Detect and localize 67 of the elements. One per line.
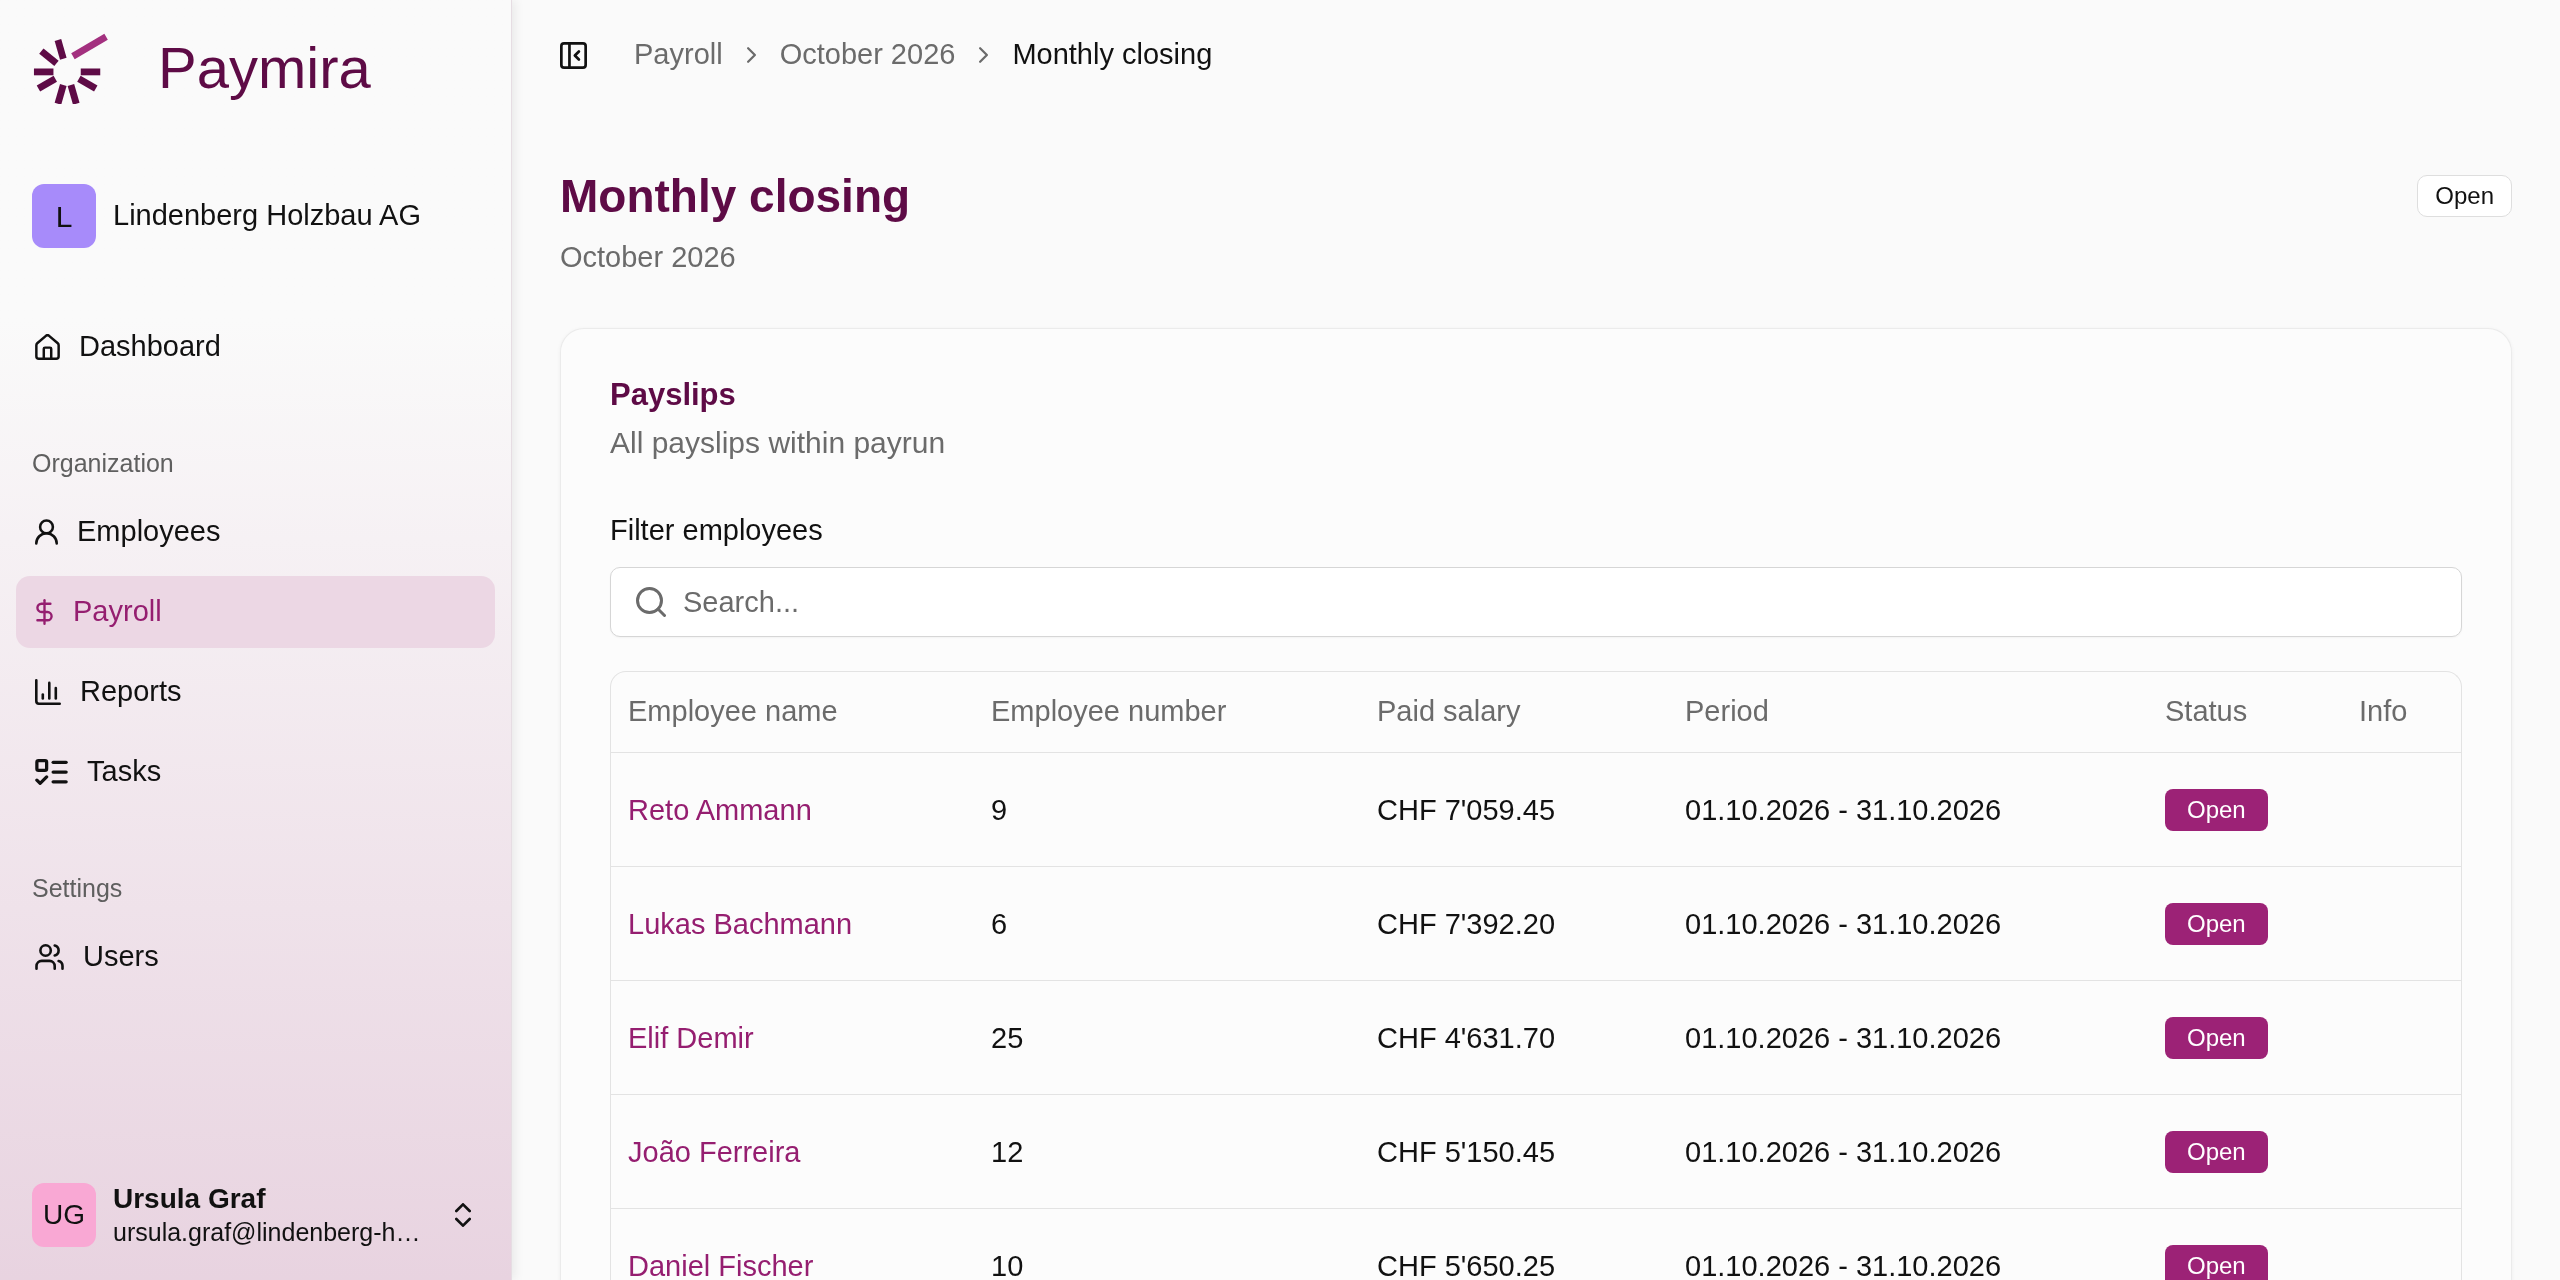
status-badge: Open [2165,902,2268,945]
org-avatar: L [32,184,96,248]
search-field[interactable]: Search... [610,567,2462,637]
status-badge: Open [2165,1130,2268,1173]
status-badge: Open [2417,175,2512,217]
user-icon [35,519,58,545]
pay-period: 01.10.2026 - 31.10.2026 [1685,1136,2002,1167]
checklist-icon [35,759,68,785]
card-description: All payslips within payrun [610,425,946,461]
employee-name-link[interactable]: João Ferreira [628,1136,801,1167]
page-subtitle: October 2026 [560,240,737,275]
pay-period: 01.10.2026 - 31.10.2026 [1685,794,2002,825]
chevrons-up-down-icon[interactable] [455,1203,471,1227]
employee-number: 25 [991,1022,1024,1053]
column-header: Employee number [991,694,1227,730]
salary-amount: CHF 7'392.20 [1377,908,1556,939]
user-name: Ursula Graf [113,1182,267,1216]
employee-name-link[interactable]: Daniel Fischer [628,1250,814,1280]
logo-text: Paymira [158,36,371,100]
nav-section-heading: Organization [31,448,175,479]
filter-label: Filter employees [610,513,823,548]
user-avatar: UG [32,1183,96,1247]
employee-number: 6 [991,908,1008,939]
home-icon [35,334,60,360]
nav-item[interactable]: Reports [16,656,495,728]
status-badge: Open [2165,1244,2268,1280]
breadcrumb-link[interactable]: Payroll [634,33,723,77]
nav-item[interactable]: Dashboard [16,311,495,383]
employee-name-link[interactable]: Reto Ammann [628,794,812,825]
sidebar-toggle-icon[interactable] [560,41,587,69]
pay-period: 01.10.2026 - 31.10.2026 [1685,1022,2002,1053]
pay-period: 01.10.2026 - 31.10.2026 [1685,908,2002,939]
users-icon [35,944,64,970]
employee-name-link[interactable]: Lukas Bachmann [628,908,853,939]
column-header: Period [1685,694,1769,730]
card-title: Payslips [610,376,736,414]
column-header: Info [2359,694,2408,730]
salary-amount: CHF 5'650.25 [1377,1250,1556,1280]
nav-item[interactable]: Employees [16,496,495,568]
chevron-right-icon [746,47,756,63]
breadcrumb-link[interactable]: October 2026 [779,33,956,77]
user-email: ursula.graf@lindenberg-h… [113,1217,421,1248]
bar-chart-icon [35,679,61,705]
page-title: Monthly closing [560,169,911,224]
chevron-right-icon [979,47,989,63]
employee-number: 12 [991,1136,1024,1167]
column-header: Paid salary [1377,694,1521,730]
status-badge: Open [2165,1016,2268,1059]
salary-amount: CHF 4'631.70 [1377,1022,1556,1053]
status-badge: Open [2165,788,2268,831]
nav-section-heading: Settings [31,873,124,904]
pay-period: 01.10.2026 - 31.10.2026 [1685,1250,2002,1280]
org-name: Lindenberg Holzbau AG [113,198,421,234]
column-header: Employee name [628,694,838,730]
nav-item[interactable]: Payroll [16,576,495,648]
employee-number: 10 [991,1250,1024,1280]
salary-amount: CHF 5'150.45 [1377,1136,1556,1167]
burst-logo-icon [32,32,110,104]
nav-item[interactable]: Tasks [16,736,495,808]
search-icon [636,587,666,617]
nav-item[interactable]: Users [16,921,495,993]
breadcrumb-link[interactable]: Monthly closing [1012,33,1213,77]
salary-amount: CHF 7'059.45 [1377,794,1556,825]
dollar-icon [35,599,54,625]
column-header: Status [2165,694,2248,730]
employee-name-link[interactable]: Elif Demir [628,1022,754,1053]
employee-number: 9 [991,794,1008,825]
